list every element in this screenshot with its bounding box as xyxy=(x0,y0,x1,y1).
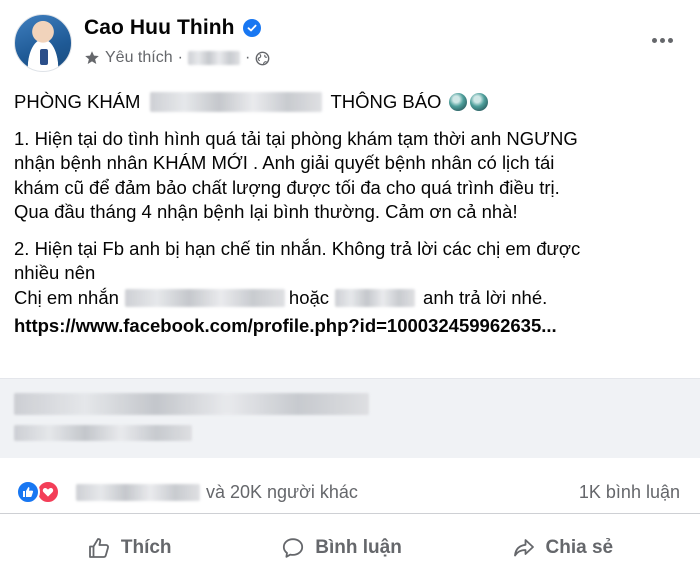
thumbs-up-icon xyxy=(88,538,109,558)
share-arrow-icon xyxy=(513,539,534,557)
redacted-reactor-names xyxy=(76,484,200,501)
link-preview[interactable] xyxy=(0,378,700,458)
like-label: Thích xyxy=(120,537,172,558)
redacted-clinic-name xyxy=(150,92,323,113)
redacted-preview-subtitle xyxy=(14,425,192,441)
contact-line: Chị em nhắn hoặc anh trả lời nhé. xyxy=(14,286,686,311)
author-name[interactable]: Cao Huu Thinh xyxy=(84,16,235,40)
more-dot-icon xyxy=(667,37,673,43)
share-button[interactable]: Chia sẻ xyxy=(502,528,624,568)
post-meta: Yêu thích · · xyxy=(84,48,270,68)
contact-prefix: Chị em nhắn xyxy=(14,286,119,308)
text-line: Qua đầu tháng 4 nhận bệnh lại bình thườn… xyxy=(14,201,518,222)
redacted-timestamp xyxy=(187,51,240,65)
like-reaction-icon xyxy=(16,480,40,504)
share-label: Chia sẻ xyxy=(545,537,614,558)
reaction-count[interactable]: và 20K người khác xyxy=(206,479,358,505)
comment-label: Bình luận xyxy=(315,537,402,558)
facebook-post: Cao Huu Thinh Yêu thích · · PHÒNG KHÁM T… xyxy=(0,0,700,578)
author-avatar[interactable] xyxy=(14,14,72,72)
paragraph-1: 1. Hiện tại do tình hình quá tải tại phò… xyxy=(14,127,686,225)
paragraph-2: 2. Hiện tại Fb anh bị hạn chế tin nhắn. … xyxy=(14,237,686,339)
redacted-contact-1 xyxy=(124,288,285,307)
reactions-bar: và 20K người khác 1K bình luận xyxy=(0,466,700,514)
text-line: nhận bệnh nhân KHÁM MỚI . Anh giải quyết… xyxy=(14,152,555,173)
more-options-button[interactable] xyxy=(646,28,678,52)
text-line: nhiều nên xyxy=(14,262,96,283)
profile-link[interactable]: https://www.facebook.com/profile.php?id=… xyxy=(14,314,557,339)
contact-or: hoặc xyxy=(288,286,330,308)
meta-separator: · xyxy=(177,49,183,66)
redacted-preview-title xyxy=(14,393,369,415)
star-icon xyxy=(85,51,99,64)
action-bar: Thích Bình luận Chia sẻ xyxy=(0,522,700,574)
globe-icon xyxy=(255,51,270,65)
like-button[interactable]: Thích xyxy=(77,528,182,568)
more-dot-icon xyxy=(651,37,657,43)
headline-suffix: THÔNG BÁO xyxy=(330,91,442,112)
favorite-label: Yêu thích xyxy=(105,49,173,66)
reaction-icons[interactable] xyxy=(16,480,60,504)
verified-badge-icon xyxy=(242,19,261,37)
author-row: Cao Huu Thinh xyxy=(84,14,261,42)
post-content: PHÒNG KHÁM THÔNG BÁO 1. Hiện tại do tình… xyxy=(14,82,686,339)
headline: PHÒNG KHÁM THÔNG BÁO xyxy=(14,90,686,115)
more-dot-icon xyxy=(659,37,665,43)
speech-bubble-icon xyxy=(283,538,304,558)
meta-separator-2: · xyxy=(244,49,251,66)
comment-button[interactable]: Bình luận xyxy=(271,528,412,568)
post-header: Cao Huu Thinh Yêu thích · · xyxy=(0,0,700,78)
headline-prefix: PHÒNG KHÁM xyxy=(14,91,141,112)
text-line: khám cũ để đảm bảo chất lượng được tối đ… xyxy=(14,176,560,198)
contact-suffix: anh trả lời nhé. xyxy=(423,286,548,308)
comment-count[interactable]: 1K bình luận xyxy=(579,479,680,505)
redacted-contact-2 xyxy=(335,288,416,307)
text-line: 2. Hiện tại Fb anh bị hạn chế tin nhắn. … xyxy=(14,237,581,259)
link-line: https://www.facebook.com/profile.php?id=… xyxy=(14,314,686,339)
text-line: 1. Hiện tại do tình hình quá tải tại phò… xyxy=(14,127,578,149)
emoji-icon xyxy=(470,93,489,112)
emoji-icon xyxy=(449,93,468,112)
